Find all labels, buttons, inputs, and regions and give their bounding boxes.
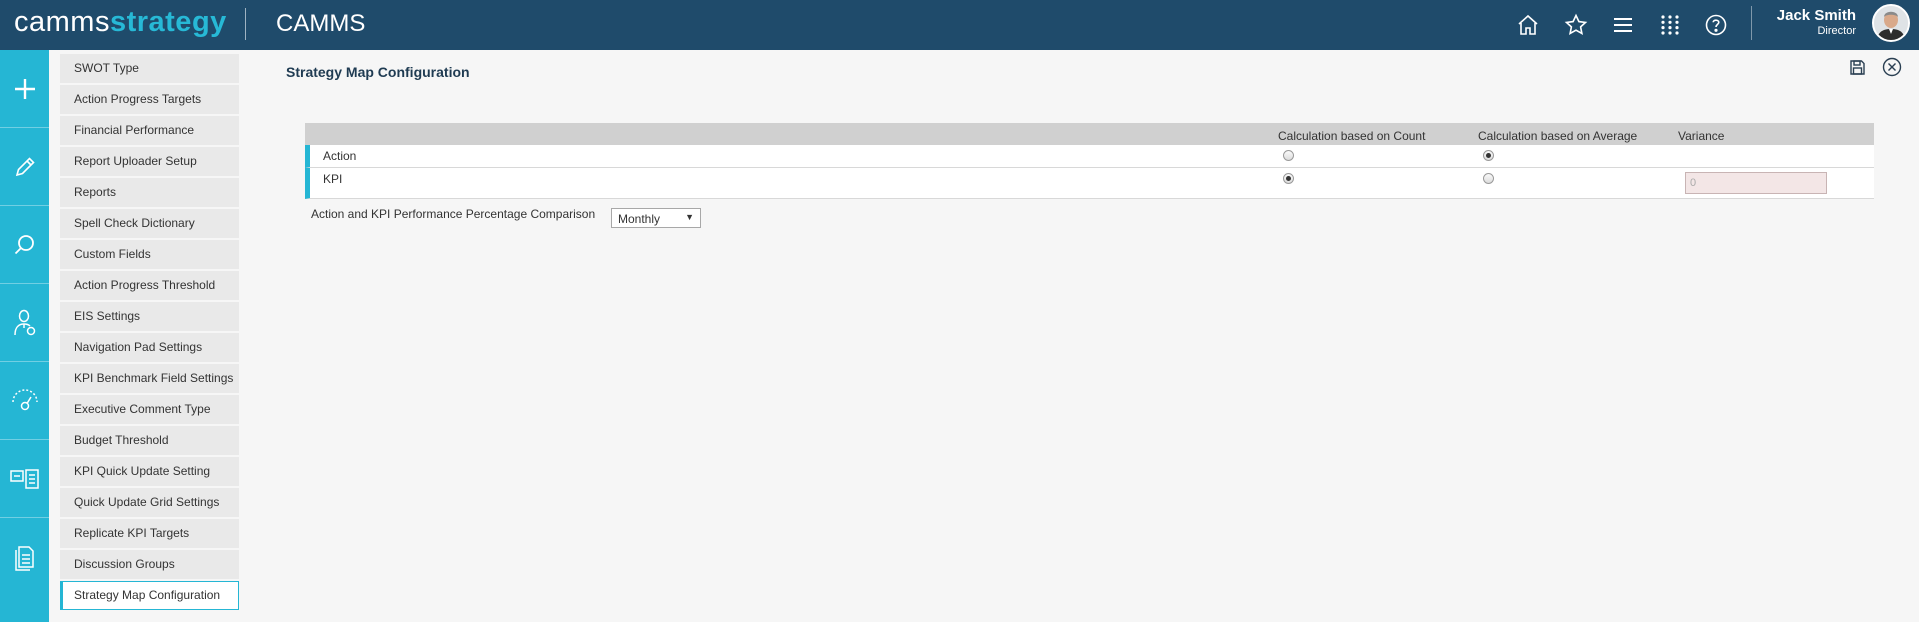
logo-divider — [245, 8, 246, 40]
user-icon[interactable] — [0, 284, 49, 362]
user-name[interactable]: Jack Smith — [1777, 7, 1856, 24]
comparison-period-select[interactable]: Monthly ▼ — [611, 208, 701, 228]
submenu-item-discussion-groups[interactable]: Discussion Groups — [60, 550, 239, 579]
settings-submenu: SWOT Type Action Progress Targets Financ… — [60, 54, 239, 612]
submenu-item-kpi-quick-update-setting[interactable]: KPI Quick Update Setting — [60, 457, 239, 486]
calculation-grid: Calculation based on Count Calculation b… — [305, 123, 1874, 199]
user-divider — [1751, 6, 1752, 40]
logo-text-camms: camms — [14, 6, 110, 38]
row-label-kpi: KPI — [323, 172, 343, 186]
logo-text-strategy: strategy — [109, 6, 227, 38]
submenu-item-kpi-benchmark-field-settings[interactable]: KPI Benchmark Field Settings — [60, 364, 239, 393]
page-title: Strategy Map Configuration — [286, 64, 470, 80]
submenu-item-eis-settings[interactable]: EIS Settings — [60, 302, 239, 331]
submenu-item-action-progress-threshold[interactable]: Action Progress Threshold — [60, 271, 239, 300]
grid-row-action: Action — [305, 145, 1874, 168]
plus-icon[interactable] — [0, 50, 49, 128]
submenu-item-spell-check-dictionary[interactable]: Spell Check Dictionary — [60, 209, 239, 238]
column-header-count: Calculation based on Count — [1278, 129, 1426, 143]
comparison-label: Action and KPI Performance Percentage Co… — [311, 207, 596, 221]
avatar[interactable] — [1872, 4, 1910, 42]
column-header-variance: Variance — [1678, 129, 1725, 143]
dropdown-arrow-icon: ▼ — [685, 212, 694, 222]
submenu-item-report-uploader-setup[interactable]: Report Uploader Setup — [60, 147, 239, 176]
app-title: CAMMS — [276, 10, 366, 37]
cards-icon[interactable] — [0, 440, 49, 518]
submenu-item-reports[interactable]: Reports — [60, 178, 239, 207]
kpi-variance-input[interactable]: 0 — [1685, 172, 1827, 194]
menu-icon[interactable] — [1608, 10, 1638, 40]
grid-header: Calculation based on Count Calculation b… — [305, 123, 1874, 145]
column-header-average: Calculation based on Average — [1478, 129, 1638, 143]
submenu-item-navigation-pad-settings[interactable]: Navigation Pad Settings — [60, 333, 239, 362]
user-role: Director — [1817, 25, 1856, 37]
gauge-icon[interactable] — [0, 362, 49, 440]
comparison-period-value: Monthly — [618, 212, 661, 226]
action-count-radio[interactable] — [1283, 150, 1294, 161]
left-rail — [0, 50, 49, 622]
kpi-count-radio[interactable] — [1283, 173, 1294, 184]
grid-row-kpi: KPI 0 — [305, 168, 1874, 199]
submenu-item-budget-threshold[interactable]: Budget Threshold — [60, 426, 239, 455]
submenu-item-quick-update-grid-settings[interactable]: Quick Update Grid Settings — [60, 488, 239, 517]
pencil-icon[interactable] — [0, 128, 49, 206]
kpi-average-radio[interactable] — [1483, 173, 1494, 184]
submenu-item-strategy-map-configuration[interactable]: Strategy Map Configuration — [60, 581, 239, 610]
submenu-item-financial-performance[interactable]: Financial Performance — [60, 116, 239, 145]
submenu-item-custom-fields[interactable]: Custom Fields — [60, 240, 239, 269]
submenu-item-swot-type[interactable]: SWOT Type — [60, 54, 239, 83]
help-icon[interactable] — [1701, 10, 1731, 40]
save-icon[interactable] — [1846, 56, 1868, 78]
search-icon[interactable] — [0, 206, 49, 284]
apps-grid-icon[interactable] — [1655, 10, 1685, 40]
close-icon[interactable] — [1881, 56, 1903, 78]
star-icon[interactable] — [1561, 10, 1591, 40]
submenu-item-action-progress-targets[interactable]: Action Progress Targets — [60, 85, 239, 114]
home-icon[interactable] — [1513, 10, 1543, 40]
submenu-item-replicate-kpi-targets[interactable]: Replicate KPI Targets — [60, 519, 239, 548]
submenu-item-executive-comment-type[interactable]: Executive Comment Type — [60, 395, 239, 424]
camms-strategy-logo[interactable]: cammsstrategy — [14, 6, 227, 39]
row-label-action: Action — [323, 149, 357, 163]
document-icon[interactable] — [0, 518, 49, 596]
top-bar: cammsstrategy CAMMS Jack Smith Director — [0, 0, 1919, 50]
action-average-radio[interactable] — [1483, 150, 1494, 161]
